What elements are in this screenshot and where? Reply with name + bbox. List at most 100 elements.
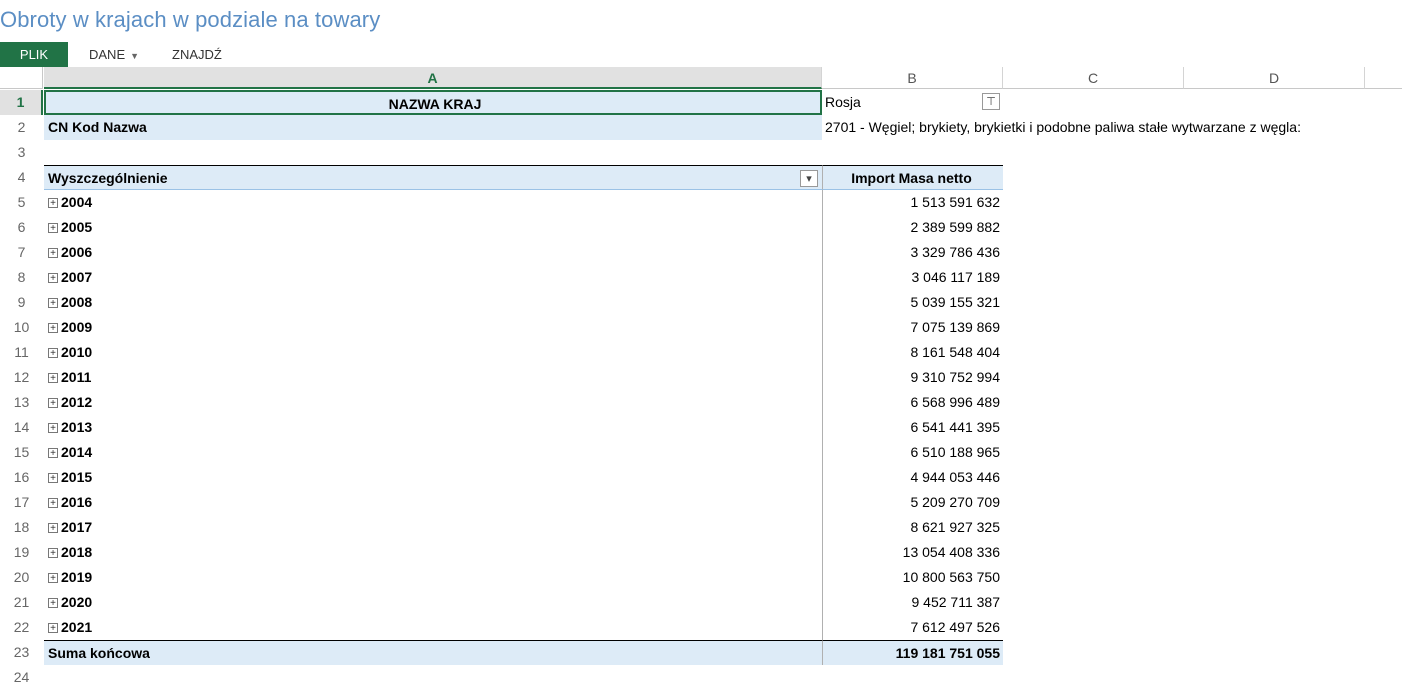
row-header[interactable]: 20 [0, 565, 43, 590]
workbook-title: Obroty w krajach w podziale na towary [0, 7, 381, 32]
grand-total-label[interactable]: Suma końcowa [44, 640, 822, 665]
expand-icon[interactable]: + [48, 398, 58, 409]
pivot-row-value[interactable]: 7 612 497 526 [822, 615, 1003, 640]
values-header[interactable]: Import Masa netto [822, 165, 1003, 190]
row-header[interactable]: 24 [0, 665, 43, 690]
expand-icon[interactable]: + [48, 198, 58, 209]
row-header[interactable]: 16 [0, 465, 43, 490]
expand-icon[interactable]: + [48, 448, 58, 459]
pivot-row-label[interactable]: +2004 [44, 190, 822, 215]
pivot-row-value[interactable]: 1 513 591 632 [822, 190, 1003, 215]
pivot-row-value[interactable]: 3 329 786 436 [822, 240, 1003, 265]
pivot-row-label[interactable]: +2018 [44, 540, 822, 565]
pivot-row-label[interactable]: +2021 [44, 615, 822, 640]
row-header[interactable]: 22 [0, 615, 43, 640]
row-header[interactable]: 2 [0, 115, 43, 140]
expand-icon[interactable]: + [48, 223, 58, 234]
pivot-row-label[interactable]: +2017 [44, 515, 822, 540]
row-header[interactable]: 10 [0, 315, 43, 340]
row-header[interactable]: 6 [0, 215, 43, 240]
expand-icon[interactable]: + [48, 348, 58, 359]
pivot-row-label[interactable]: +2012 [44, 390, 822, 415]
row-header[interactable]: 12 [0, 365, 43, 390]
pivot-row-value[interactable]: 8 161 548 404 [822, 340, 1003, 365]
pivot-row-label[interactable]: +2016 [44, 490, 822, 515]
expand-icon[interactable]: + [48, 473, 58, 484]
pivot-row-value[interactable]: 5 039 155 321 [822, 290, 1003, 315]
pivot-row-value[interactable]: 13 054 408 336 [822, 540, 1003, 565]
expand-icon[interactable]: + [48, 298, 58, 309]
pivot-row-value[interactable]: 9 310 752 994 [822, 365, 1003, 390]
grand-total-value[interactable]: 119 181 751 055 [822, 640, 1003, 665]
pivot-row-label[interactable]: +2006 [44, 240, 822, 265]
pivot-row-value[interactable]: 10 800 563 750 [822, 565, 1003, 590]
row-header[interactable]: 14 [0, 415, 43, 440]
pivot-row-label[interactable]: +2014 [44, 440, 822, 465]
filter-icon[interactable]: ⊤ [982, 93, 1000, 110]
pivot-row-label[interactable]: +2007 [44, 265, 822, 290]
expand-icon[interactable]: + [48, 598, 58, 609]
pivot-row-value[interactable]: 6 541 441 395 [822, 415, 1003, 440]
filter-label-country[interactable]: NAZWA KRAJ [44, 90, 822, 115]
pivot-row-label[interactable]: +2008 [44, 290, 822, 315]
pivot-row-label[interactable]: +2011 [44, 365, 822, 390]
row-header[interactable]: 13 [0, 390, 43, 415]
row-header[interactable]: 4 [0, 165, 43, 190]
column-header-c[interactable]: C [1003, 67, 1184, 89]
expand-icon[interactable]: + [48, 573, 58, 584]
pivot-row-label[interactable]: +2015 [44, 465, 822, 490]
row-header[interactable]: 7 [0, 240, 43, 265]
row-header[interactable]: 8 [0, 265, 43, 290]
column-header-d[interactable]: D [1184, 67, 1365, 89]
expand-icon[interactable]: + [48, 273, 58, 284]
row-header[interactable]: 17 [0, 490, 43, 515]
expand-icon[interactable]: + [48, 623, 58, 634]
expand-icon[interactable]: + [48, 423, 58, 434]
chevron-down-icon: ▼ [130, 51, 140, 61]
pivot-row-label[interactable]: +2013 [44, 415, 822, 440]
pivot-row-value[interactable]: 3 046 117 189 [822, 265, 1003, 290]
row-header[interactable]: 21 [0, 590, 43, 615]
pivot-row-label[interactable]: +2009 [44, 315, 822, 340]
expand-icon[interactable]: + [48, 523, 58, 534]
dropdown-arrow-icon[interactable]: ▾ [800, 170, 818, 187]
column-header-a[interactable]: A [44, 67, 822, 89]
row-header[interactable]: 9 [0, 290, 43, 315]
pivot-row-value[interactable]: 8 621 927 325 [822, 515, 1003, 540]
data-menu[interactable]: DANE ▼ [89, 42, 139, 67]
pivot-row-value[interactable]: 5 209 270 709 [822, 490, 1003, 515]
pivot-row-label[interactable]: +2005 [44, 215, 822, 240]
pivot-row-label[interactable]: +2020 [44, 590, 822, 615]
row-header[interactable]: 23 [0, 640, 43, 665]
data-menu-label: DANE [89, 47, 126, 62]
row-header[interactable]: 5 [0, 190, 43, 215]
expand-icon[interactable]: + [48, 323, 58, 334]
expand-icon[interactable]: + [48, 548, 58, 559]
row-header[interactable]: 1 [0, 90, 43, 115]
expand-icon[interactable]: + [48, 248, 58, 259]
find-menu[interactable]: ZNAJDŹ [172, 42, 222, 67]
pivot-row-label[interactable]: +2019 [44, 565, 822, 590]
column-header-e[interactable] [1365, 67, 1402, 89]
pivot-row-value[interactable]: 9 452 711 387 [822, 590, 1003, 615]
file-tab[interactable]: PLIK [0, 42, 68, 67]
pivot-row-value[interactable]: 6 510 188 965 [822, 440, 1003, 465]
pivot-row-value[interactable]: 4 944 053 446 [822, 465, 1003, 490]
row-header[interactable]: 3 [0, 140, 43, 165]
row-header[interactable]: 18 [0, 515, 43, 540]
row-header[interactable]: 19 [0, 540, 43, 565]
filter-value-cn[interactable]: 2701 - Węgiel; brykiety, brykietki i pod… [822, 115, 1301, 140]
row-labels-header[interactable]: Wyszczególnienie ▾ [44, 165, 822, 190]
row-header[interactable]: 15 [0, 440, 43, 465]
pivot-row-value[interactable]: 6 568 996 489 [822, 390, 1003, 415]
expand-icon[interactable]: + [48, 373, 58, 384]
pivot-row-value[interactable]: 7 075 139 869 [822, 315, 1003, 340]
row-header[interactable]: 11 [0, 340, 43, 365]
column-header-b[interactable]: B [822, 67, 1003, 89]
filter-value-country[interactable]: Rosja ⊤ [822, 90, 1003, 115]
pivot-row-label[interactable]: +2010 [44, 340, 822, 365]
select-all-corner[interactable] [0, 67, 43, 89]
pivot-row-value[interactable]: 2 389 599 882 [822, 215, 1003, 240]
expand-icon[interactable]: + [48, 498, 58, 509]
filter-label-cn[interactable]: CN Kod Nazwa [44, 115, 822, 140]
